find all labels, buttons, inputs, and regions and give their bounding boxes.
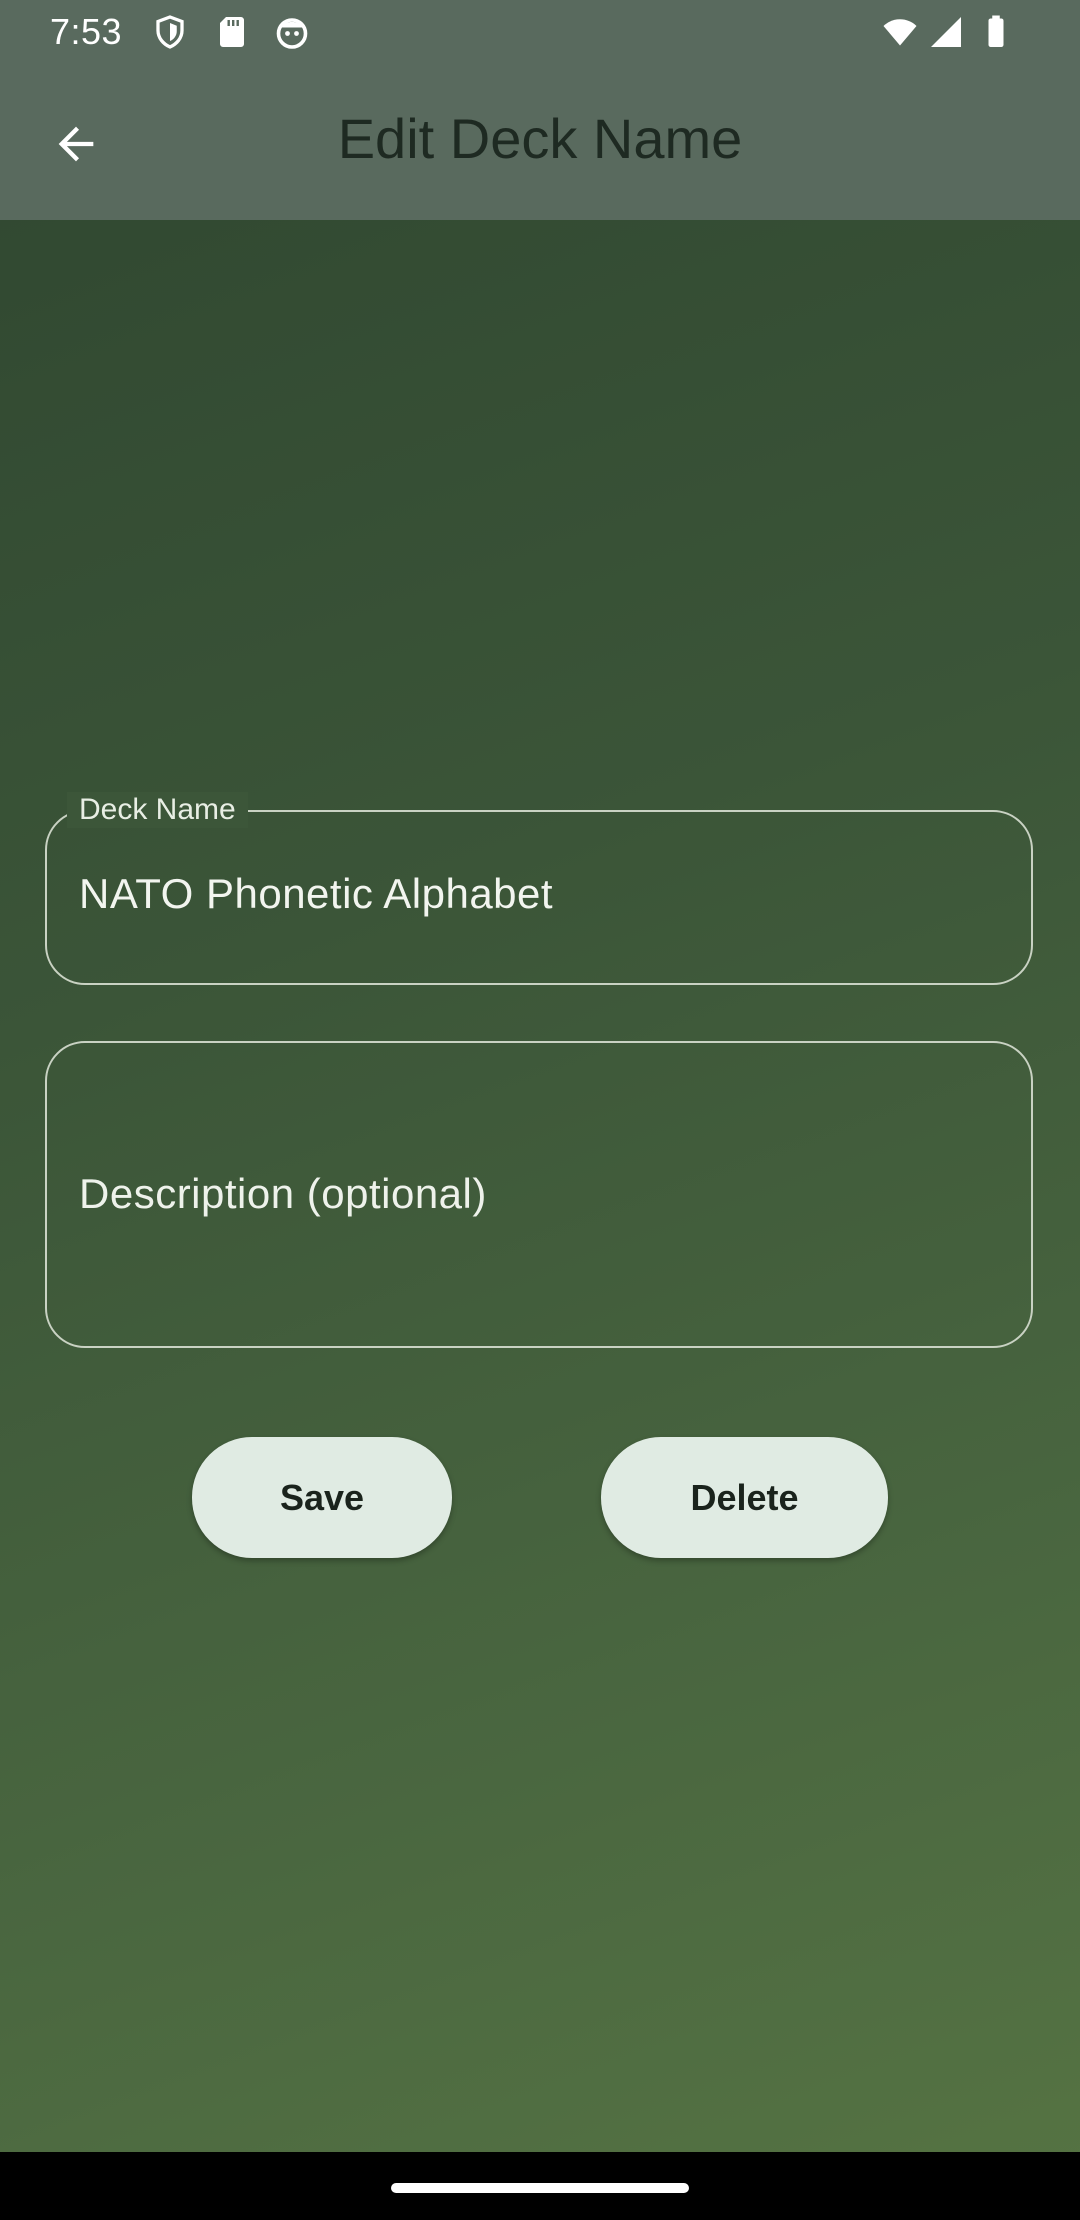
page-title: Edit Deck Name xyxy=(337,107,743,170)
delete-button[interactable]: Delete xyxy=(601,1437,888,1558)
cellular-signal-icon xyxy=(931,17,961,47)
edit-deck-screen: 7:53 Edit Deck Name Deck Name NATO Phone… xyxy=(0,0,1080,2220)
deck-name-field[interactable]: Deck Name NATO Phonetic Alphabet xyxy=(45,792,1033,985)
shield-icon xyxy=(156,15,184,49)
sd-card-icon xyxy=(220,17,244,47)
battery-icon xyxy=(988,15,1004,47)
description-field[interactable]: Description (optional) xyxy=(45,1041,1033,1348)
home-gesture-handle[interactable] xyxy=(391,2183,689,2193)
android-debug-icon xyxy=(276,18,308,49)
description-input[interactable]: Description (optional) xyxy=(79,1168,487,1220)
deck-name-label: Deck Name xyxy=(67,792,248,828)
status-time: 7:53 xyxy=(50,11,123,52)
navigation-bar xyxy=(0,2152,1080,2220)
wifi-icon xyxy=(883,19,917,46)
status-bar: 7:53 xyxy=(0,0,1080,64)
save-button[interactable]: Save xyxy=(192,1437,452,1558)
app-bar: Edit Deck Name xyxy=(0,64,1080,220)
deck-name-input[interactable]: NATO Phonetic Alphabet xyxy=(79,868,553,920)
